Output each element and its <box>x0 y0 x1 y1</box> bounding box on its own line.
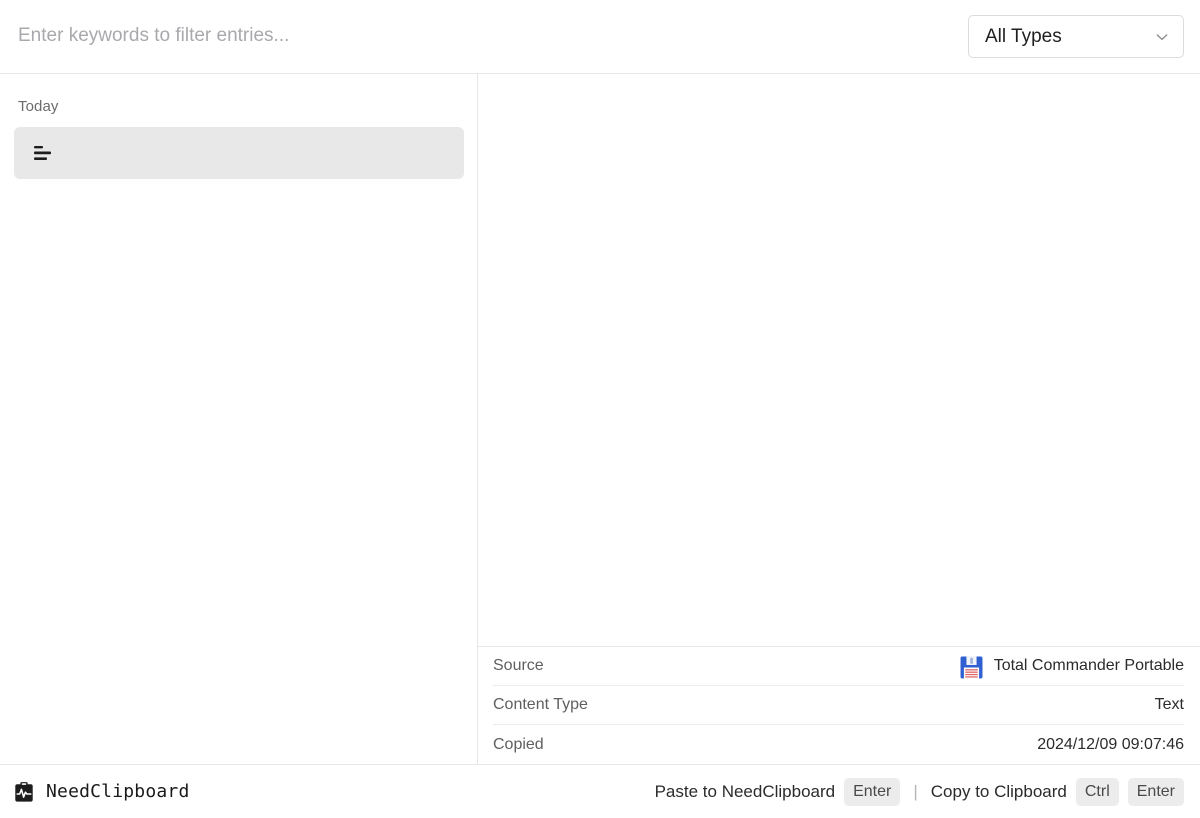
metadata-value-source-text: Total Commander Portable <box>993 657 1184 674</box>
search-input[interactable] <box>18 25 956 48</box>
content-preview <box>478 74 1200 646</box>
search-field-wrap <box>18 15 956 59</box>
metadata-row-source: Source Total Commander Portable <box>493 647 1184 686</box>
metadata-value-source: Total Commander Portable <box>958 654 1184 679</box>
metadata-label-content-type: Content Type <box>493 696 588 713</box>
chevron-down-icon <box>1154 29 1170 45</box>
list-item[interactable] <box>14 127 464 179</box>
main-body: Today Source Total Commander Portable Co… <box>0 74 1200 764</box>
metadata-row-content-type: Content Type Text <box>493 686 1184 725</box>
hint-label-paste: Paste to NeedClipboard <box>654 781 836 801</box>
text-lines-icon <box>30 142 56 164</box>
app-name: NeedClipboard <box>46 781 190 802</box>
header-bar: All Types <box>0 0 1200 74</box>
key-badge-enter-copy: Enter <box>1127 777 1184 806</box>
metadata-value-content-type: Text <box>1154 696 1184 713</box>
status-bar: NeedClipboard Paste to NeedClipboard Ent… <box>0 764 1200 818</box>
hint-label-copy: Copy to Clipboard <box>930 781 1067 801</box>
clipboard-pulse-icon <box>13 781 35 803</box>
detail-pane: Source Total Commander Portable Content … <box>478 74 1200 764</box>
type-filter-dropdown[interactable]: All Types <box>968 15 1184 58</box>
type-filter-label: All Types <box>985 25 1062 47</box>
floppy-disk-icon <box>958 654 985 679</box>
app-brand: NeedClipboard <box>13 781 189 803</box>
key-badge-enter-paste: Enter <box>844 777 901 806</box>
needclipboard-window: All Types Today <box>0 0 1200 818</box>
metadata-row-copied: Copied 2024/12/09 09:07:46 <box>493 725 1184 764</box>
metadata-label-copied: Copied <box>493 735 544 753</box>
entry-list-pane: Today <box>0 74 478 764</box>
metadata-label-source: Source <box>493 657 544 674</box>
metadata-panel: Source Total Commander Portable Content … <box>478 646 1200 764</box>
metadata-value-copied: 2024/12/09 09:07:46 <box>1037 735 1184 753</box>
key-badge-ctrl: Ctrl <box>1075 777 1119 806</box>
hint-separator: | <box>913 781 918 801</box>
group-label-today: Today <box>18 98 59 115</box>
shortcut-hints: Paste to NeedClipboard Enter | Copy to C… <box>654 777 1184 806</box>
entry-list <box>0 116 477 179</box>
